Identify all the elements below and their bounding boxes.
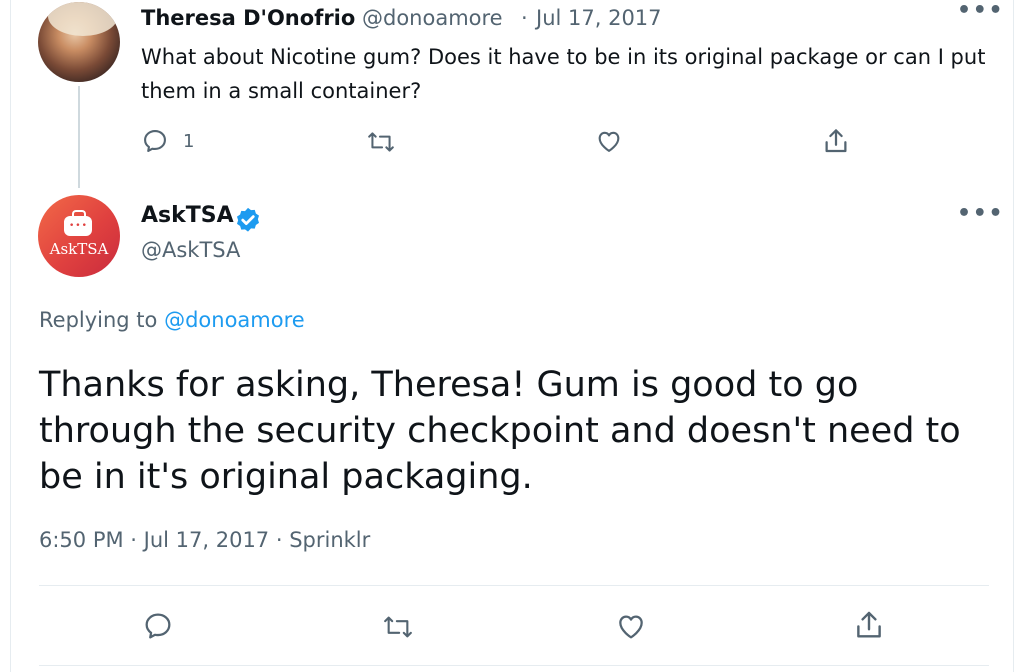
- share-button[interactable]: [821, 126, 851, 156]
- dot-separator: ·: [521, 6, 528, 30]
- reply-button[interactable]: 1: [141, 127, 194, 155]
- author-handle[interactable]: @donoamore: [362, 6, 503, 30]
- like-button[interactable]: [595, 127, 623, 155]
- like-button[interactable]: [615, 610, 647, 642]
- reply-icon: [141, 127, 169, 155]
- tweet-text: Thanks for asking, Theresa! Gum is good …: [39, 365, 961, 497]
- reply-count: 1: [183, 130, 195, 152]
- replying-to-mention[interactable]: @donoamore: [164, 308, 305, 332]
- timeline-border-right: [1013, 0, 1014, 672]
- tweet-date[interactable]: Jul 17, 2017: [536, 6, 662, 30]
- like-icon: [615, 610, 647, 642]
- tweet-timestamp[interactable]: 6:50 PM · Jul 17, 2017 · Sprinklr: [39, 528, 370, 552]
- share-icon: [852, 608, 886, 642]
- author-name[interactable]: Theresa D'Onofrio: [141, 6, 355, 30]
- retweet-icon: [381, 613, 415, 641]
- retweet-button[interactable]: [381, 613, 415, 641]
- avatar-label: AskTSA: [49, 240, 109, 258]
- verified-badge-icon: [233, 206, 263, 240]
- tweet-text: What about Nicotine gum? Does it have to…: [141, 45, 986, 103]
- avatar-asktsa[interactable]: ••• AskTSA: [38, 195, 120, 277]
- avatar-theresa[interactable]: [38, 2, 120, 82]
- retweet-icon: [366, 129, 396, 155]
- briefcase-icon: •••: [64, 210, 92, 236]
- author-name[interactable]: AskTSA: [141, 203, 234, 228]
- divider: [39, 585, 989, 586]
- divider: [39, 665, 989, 666]
- like-icon: [595, 127, 623, 155]
- timeline-border-left: [10, 0, 11, 672]
- more-options-icon[interactable]: • • •: [957, 0, 1002, 23]
- thread-connector-line: [78, 86, 80, 188]
- replying-to-label: Replying to: [39, 308, 165, 332]
- reply-button[interactable]: [142, 610, 174, 642]
- retweet-button[interactable]: [366, 129, 396, 155]
- more-options-icon[interactable]: • • •: [957, 201, 1002, 226]
- author-handle[interactable]: @AskTSA: [141, 238, 240, 262]
- share-button[interactable]: [852, 608, 886, 642]
- reply-icon: [142, 610, 174, 642]
- replying-to: Replying to @donoamore: [39, 308, 305, 332]
- share-icon: [821, 126, 851, 156]
